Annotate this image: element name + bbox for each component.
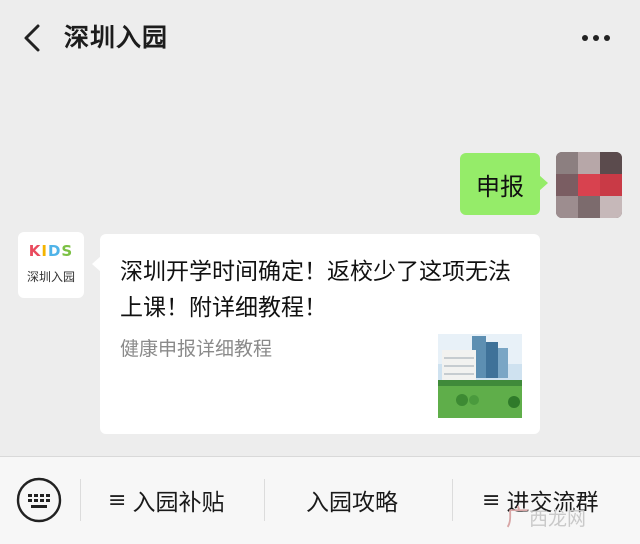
menu-item-guide[interactable]: 入园攻略 bbox=[306, 481, 398, 519]
user-avatar[interactable] bbox=[556, 152, 622, 218]
menu-item-label: 入园攻略 bbox=[306, 490, 398, 516]
account-avatar[interactable]: KIDS 深圳入园 bbox=[18, 232, 84, 298]
sent-message-bubble[interactable]: 申报 bbox=[460, 153, 548, 215]
article-card[interactable]: 深圳开学时间确定！返校少了这项无法上课！附详细教程！ 健康申报详细教程 bbox=[92, 234, 540, 434]
article-thumbnail bbox=[438, 334, 522, 418]
menu-list-icon: ≡ bbox=[108, 487, 127, 513]
article-description: 健康申报详细教程 bbox=[120, 338, 273, 360]
menu-divider bbox=[264, 479, 265, 521]
menu-divider bbox=[452, 479, 453, 521]
keyboard-icon[interactable] bbox=[16, 477, 62, 523]
watermark-text: 西龙网 bbox=[529, 508, 587, 530]
sent-message-text: 申报 bbox=[476, 172, 524, 201]
kids-logo: KIDS bbox=[28, 242, 74, 260]
chat-title: 深圳入园 bbox=[64, 23, 169, 52]
menu-divider bbox=[80, 479, 81, 521]
watermark-logo: 广 bbox=[506, 505, 529, 531]
account-avatar-name: 深圳入园 bbox=[26, 270, 75, 284]
chevron-left-icon[interactable] bbox=[18, 22, 48, 54]
chat-header: 深圳入园 bbox=[0, 0, 640, 76]
menu-list-icon: ≡ bbox=[482, 487, 501, 513]
menu-item-subsidy[interactable]: ≡ 入园补贴 bbox=[108, 481, 224, 519]
more-dots-icon[interactable] bbox=[576, 26, 616, 50]
article-title: 深圳开学时间确定！返校少了这项无法上课！附详细教程！ bbox=[120, 259, 511, 321]
watermark: 广西龙网 bbox=[506, 498, 640, 538]
menu-item-label: 入园补贴 bbox=[132, 490, 225, 516]
